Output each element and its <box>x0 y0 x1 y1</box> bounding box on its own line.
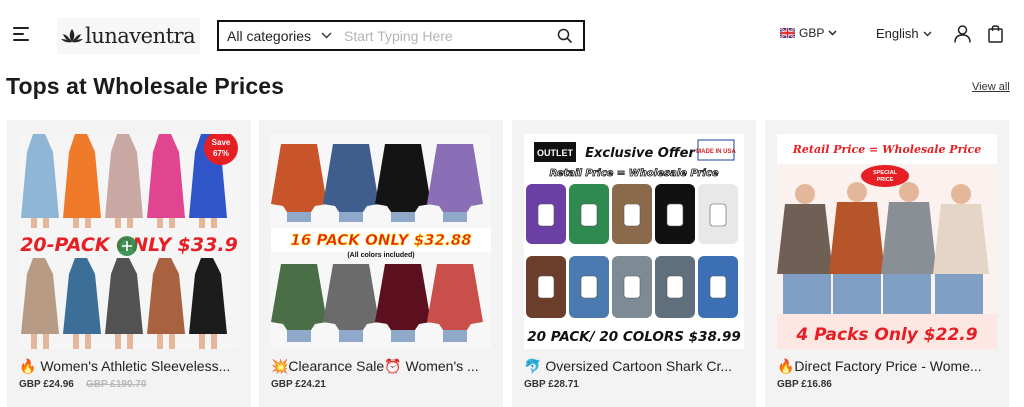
product-image[interactable]: Retail Price = Wholesale Price SPECIAL P… <box>777 134 997 349</box>
section-title: Tops at Wholesale Prices <box>6 73 285 99</box>
product-price: GBP £24.21 <box>271 379 326 390</box>
product-card[interactable]: 16 PACK ONLY $32.88 (All colors included… <box>259 120 503 407</box>
special-badge-line2: PRICE <box>877 177 894 183</box>
product-card[interactable]: Retail Price = Wholesale Price SPECIAL P… <box>765 120 1009 407</box>
product-card[interactable]: OUTLET Exclusive Offer MADE IN USA Retai… <box>512 120 756 407</box>
save-badge-line1: Save <box>212 138 231 147</box>
product-card[interactable]: Save 67% 20-PACK ONLY $33.9 🔥 Women's At… <box>7 120 251 407</box>
product-image[interactable]: 16 PACK ONLY $32.88 (All colors included… <box>271 134 491 349</box>
save-badge-line2: 67% <box>213 149 229 158</box>
search-icon <box>557 28 573 43</box>
category-label: All categories <box>227 27 312 44</box>
product-image[interactable]: Save 67% 20-PACK ONLY $33.9 <box>19 134 239 349</box>
promo-sub-text: (All colors included) <box>347 252 414 259</box>
offer-text: Exclusive Offer <box>585 146 696 161</box>
special-badge-line1: SPECIAL <box>873 170 897 176</box>
brand-name: lunaventra <box>85 24 196 48</box>
product-grid: Save 67% 20-PACK ONLY $33.9 🔥 Women's At… <box>7 120 1024 407</box>
menu-icon[interactable] <box>13 27 29 41</box>
product-old-price: GBP £190.70 <box>86 379 147 390</box>
retail-text: Retail Price = Wholesale Price <box>550 168 719 179</box>
uk-flag-icon <box>780 28 795 38</box>
product-price: GBP £16.86 <box>777 379 832 390</box>
product-name[interactable]: 🔥 Women's Athletic Sleeveless... <box>19 358 241 375</box>
retail-text: Retail Price = Wholesale Price <box>792 143 982 156</box>
currency-label: GBP <box>799 26 825 40</box>
product-price: GBP £24.96 <box>19 379 74 390</box>
product-image[interactable]: OUTLET Exclusive Offer MADE IN USA Retai… <box>524 134 744 349</box>
view-all-link[interactable]: View all <box>972 81 1010 93</box>
brand-logo[interactable]: lunaventra <box>57 18 200 54</box>
made-in-usa-text: MADE IN USA <box>696 149 736 155</box>
promo-banner-text: 20 PACK/ 20 COLORS $38.99 <box>527 329 741 345</box>
product-price: GBP £28.71 <box>524 379 579 390</box>
product-name[interactable]: 🔥Direct Factory Price - Wome... <box>777 358 999 375</box>
category-select[interactable]: All categories <box>219 28 344 44</box>
special-price-badge <box>861 165 909 187</box>
chevron-down-icon <box>828 30 837 36</box>
promo-banner-text: 16 PACK ONLY $32.88 <box>290 231 471 249</box>
language-selector[interactable]: English <box>876 26 932 41</box>
chevron-down-icon <box>321 32 332 39</box>
product-name[interactable]: 💥Clearance Sale⏰ Women's ... <box>271 358 493 375</box>
chevron-down-icon <box>923 31 932 36</box>
search-button[interactable] <box>547 22 583 49</box>
search-bar: All categories <box>217 20 585 51</box>
site-header: lunaventra All categories GBP <box>0 0 1024 70</box>
account-icon[interactable] <box>954 25 971 43</box>
cart-bag-icon[interactable] <box>988 24 1003 43</box>
product-name[interactable]: 🐬 Oversized Cartoon Shark Cr... <box>524 358 746 375</box>
outlet-text: OUTLET <box>537 148 573 158</box>
lotus-icon <box>61 29 83 43</box>
currency-selector[interactable]: GBP <box>780 26 837 40</box>
language-label: English <box>876 26 919 41</box>
promo-banner-text: 4 Packs Only $22.9 <box>795 325 977 345</box>
search-input[interactable] <box>344 27 547 44</box>
